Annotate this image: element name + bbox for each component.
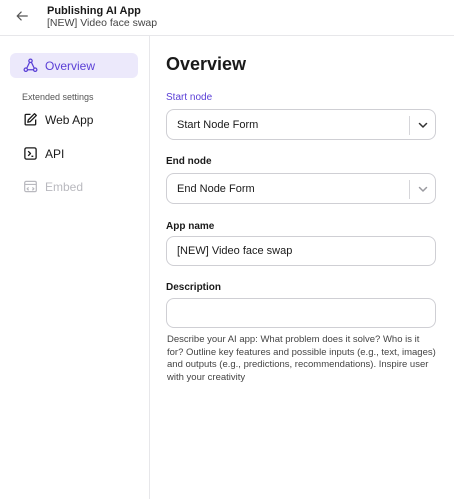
arrow-left-icon	[16, 11, 28, 21]
start-node-value: Start Node Form	[177, 118, 259, 131]
main-content: Overview Start node Start Node Form End …	[151, 36, 454, 499]
sidebar-item-label: Web App	[45, 112, 94, 127]
sidebar-item-api[interactable]: API	[10, 141, 138, 166]
sidebar-item-label: Embed	[45, 179, 84, 194]
embed-icon	[22, 179, 38, 195]
sidebar-item-label: Overview	[45, 58, 96, 73]
chevron-down-icon[interactable]	[416, 182, 430, 196]
end-node-select[interactable]: End Node Form	[166, 173, 436, 204]
app-title: Publishing AI App	[47, 5, 141, 17]
description-help-text: Describe your AI app: What problem does …	[167, 334, 436, 383]
api-icon	[22, 146, 38, 162]
section-label: Extended settings	[22, 92, 94, 102]
sidebar-item-label: API	[45, 146, 65, 161]
end-node-value: End Node Form	[177, 182, 255, 195]
app-name-label: App name	[166, 221, 215, 232]
page-title: Overview	[166, 54, 247, 74]
app-subtitle: [NEW] Video face swap	[47, 17, 158, 29]
sidebar-item-web-app[interactable]: Web App	[10, 107, 138, 132]
select-divider	[409, 116, 410, 135]
end-node-label: End node	[166, 156, 212, 167]
description-label: Description	[166, 282, 222, 293]
top-bar: Publishing AI App [NEW] Video face swap	[0, 0, 454, 36]
app-name-input[interactable]	[166, 236, 436, 266]
description-input[interactable]	[166, 298, 436, 328]
start-node-label: Start node	[166, 92, 213, 103]
sidebar: Overview Extended settings Web App API E…	[0, 36, 150, 499]
back-button[interactable]	[12, 6, 32, 26]
start-node-select[interactable]: Start Node Form	[166, 109, 436, 140]
workflow-icon	[22, 58, 38, 74]
edit-icon	[22, 112, 38, 128]
sidebar-item-overview[interactable]: Overview	[10, 53, 138, 78]
chevron-down-icon[interactable]	[416, 118, 430, 132]
sidebar-item-embed: Embed	[10, 174, 138, 199]
select-divider	[409, 180, 410, 199]
